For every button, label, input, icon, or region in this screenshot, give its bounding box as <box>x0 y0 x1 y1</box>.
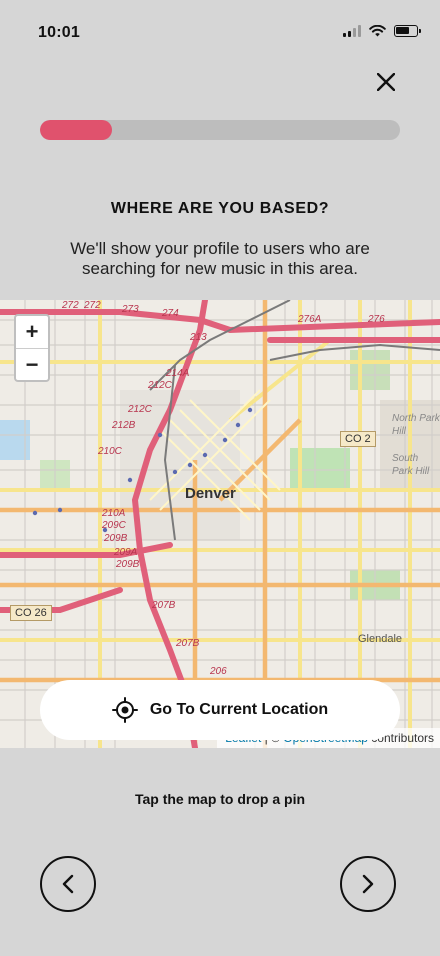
zoom-in-button[interactable]: + <box>16 316 48 349</box>
map-label-exit: 276 <box>368 314 385 325</box>
chevron-left-icon <box>62 874 74 894</box>
back-button[interactable] <box>40 856 96 912</box>
next-button[interactable] <box>340 856 396 912</box>
go-to-current-location-button[interactable]: Go To Current Location <box>40 680 400 740</box>
battery-icon <box>394 25 421 37</box>
zoom-out-button[interactable]: − <box>16 349 48 381</box>
progress-fill <box>40 120 112 140</box>
map-label-exit: 214A <box>166 368 190 379</box>
signal-icon <box>343 25 361 37</box>
page-subtitle: We'll show your profile to users who are… <box>70 239 370 278</box>
map-label-exit: 207B <box>152 600 176 611</box>
wifi-icon <box>369 25 386 37</box>
close-icon <box>377 73 395 91</box>
map-label-exit: 206 <box>210 666 227 677</box>
status-time: 10:01 <box>38 24 80 41</box>
map-label-exit: 209C <box>102 520 126 531</box>
map-label-south-park-hill: South Park Hill <box>392 453 430 477</box>
chevron-right-icon <box>362 874 374 894</box>
map-label-exit: 209B <box>116 559 140 570</box>
map-label-co26: CO 26 <box>10 605 52 621</box>
map-label-exit: 212C <box>128 404 152 415</box>
close-button[interactable] <box>370 66 402 98</box>
map-label-exit: 276A <box>298 314 322 325</box>
map-label-exit: 272 <box>84 300 101 311</box>
map-label-city: Denver <box>185 485 236 502</box>
map-label-exit: 212C <box>148 380 172 391</box>
map-label-exit: 274 <box>162 308 179 319</box>
crosshair-icon <box>111 697 138 723</box>
map-zoom-control: + − <box>14 314 50 382</box>
map-label-exit: 207B <box>176 638 200 649</box>
progress-bar <box>40 120 400 140</box>
map-label-exit: 210C <box>98 446 122 457</box>
map-label-exit: 210A <box>102 508 126 519</box>
page-title: WHERE ARE YOU BASED? <box>110 200 330 217</box>
map-label-north-park-hill: North Park Hill <box>392 413 440 437</box>
map-label-glendale: Glendale <box>358 633 403 645</box>
map-label-exit: 272 <box>62 300 79 311</box>
map-label-exit: 212B <box>112 420 136 431</box>
map-label-exit: 209A <box>114 547 138 558</box>
status-icons <box>343 25 421 37</box>
map-label-co2: CO 2 <box>340 431 376 447</box>
map-label-exit: 273 <box>122 304 139 315</box>
map-label-exit: 209B <box>104 533 128 544</box>
map-label-exit: 213 <box>190 332 207 343</box>
map-hint: Tap the map to drop a pin <box>134 791 306 807</box>
status-bar: 10:01 <box>0 0 440 64</box>
go-to-current-location-label: Go To Current Location <box>149 701 329 718</box>
